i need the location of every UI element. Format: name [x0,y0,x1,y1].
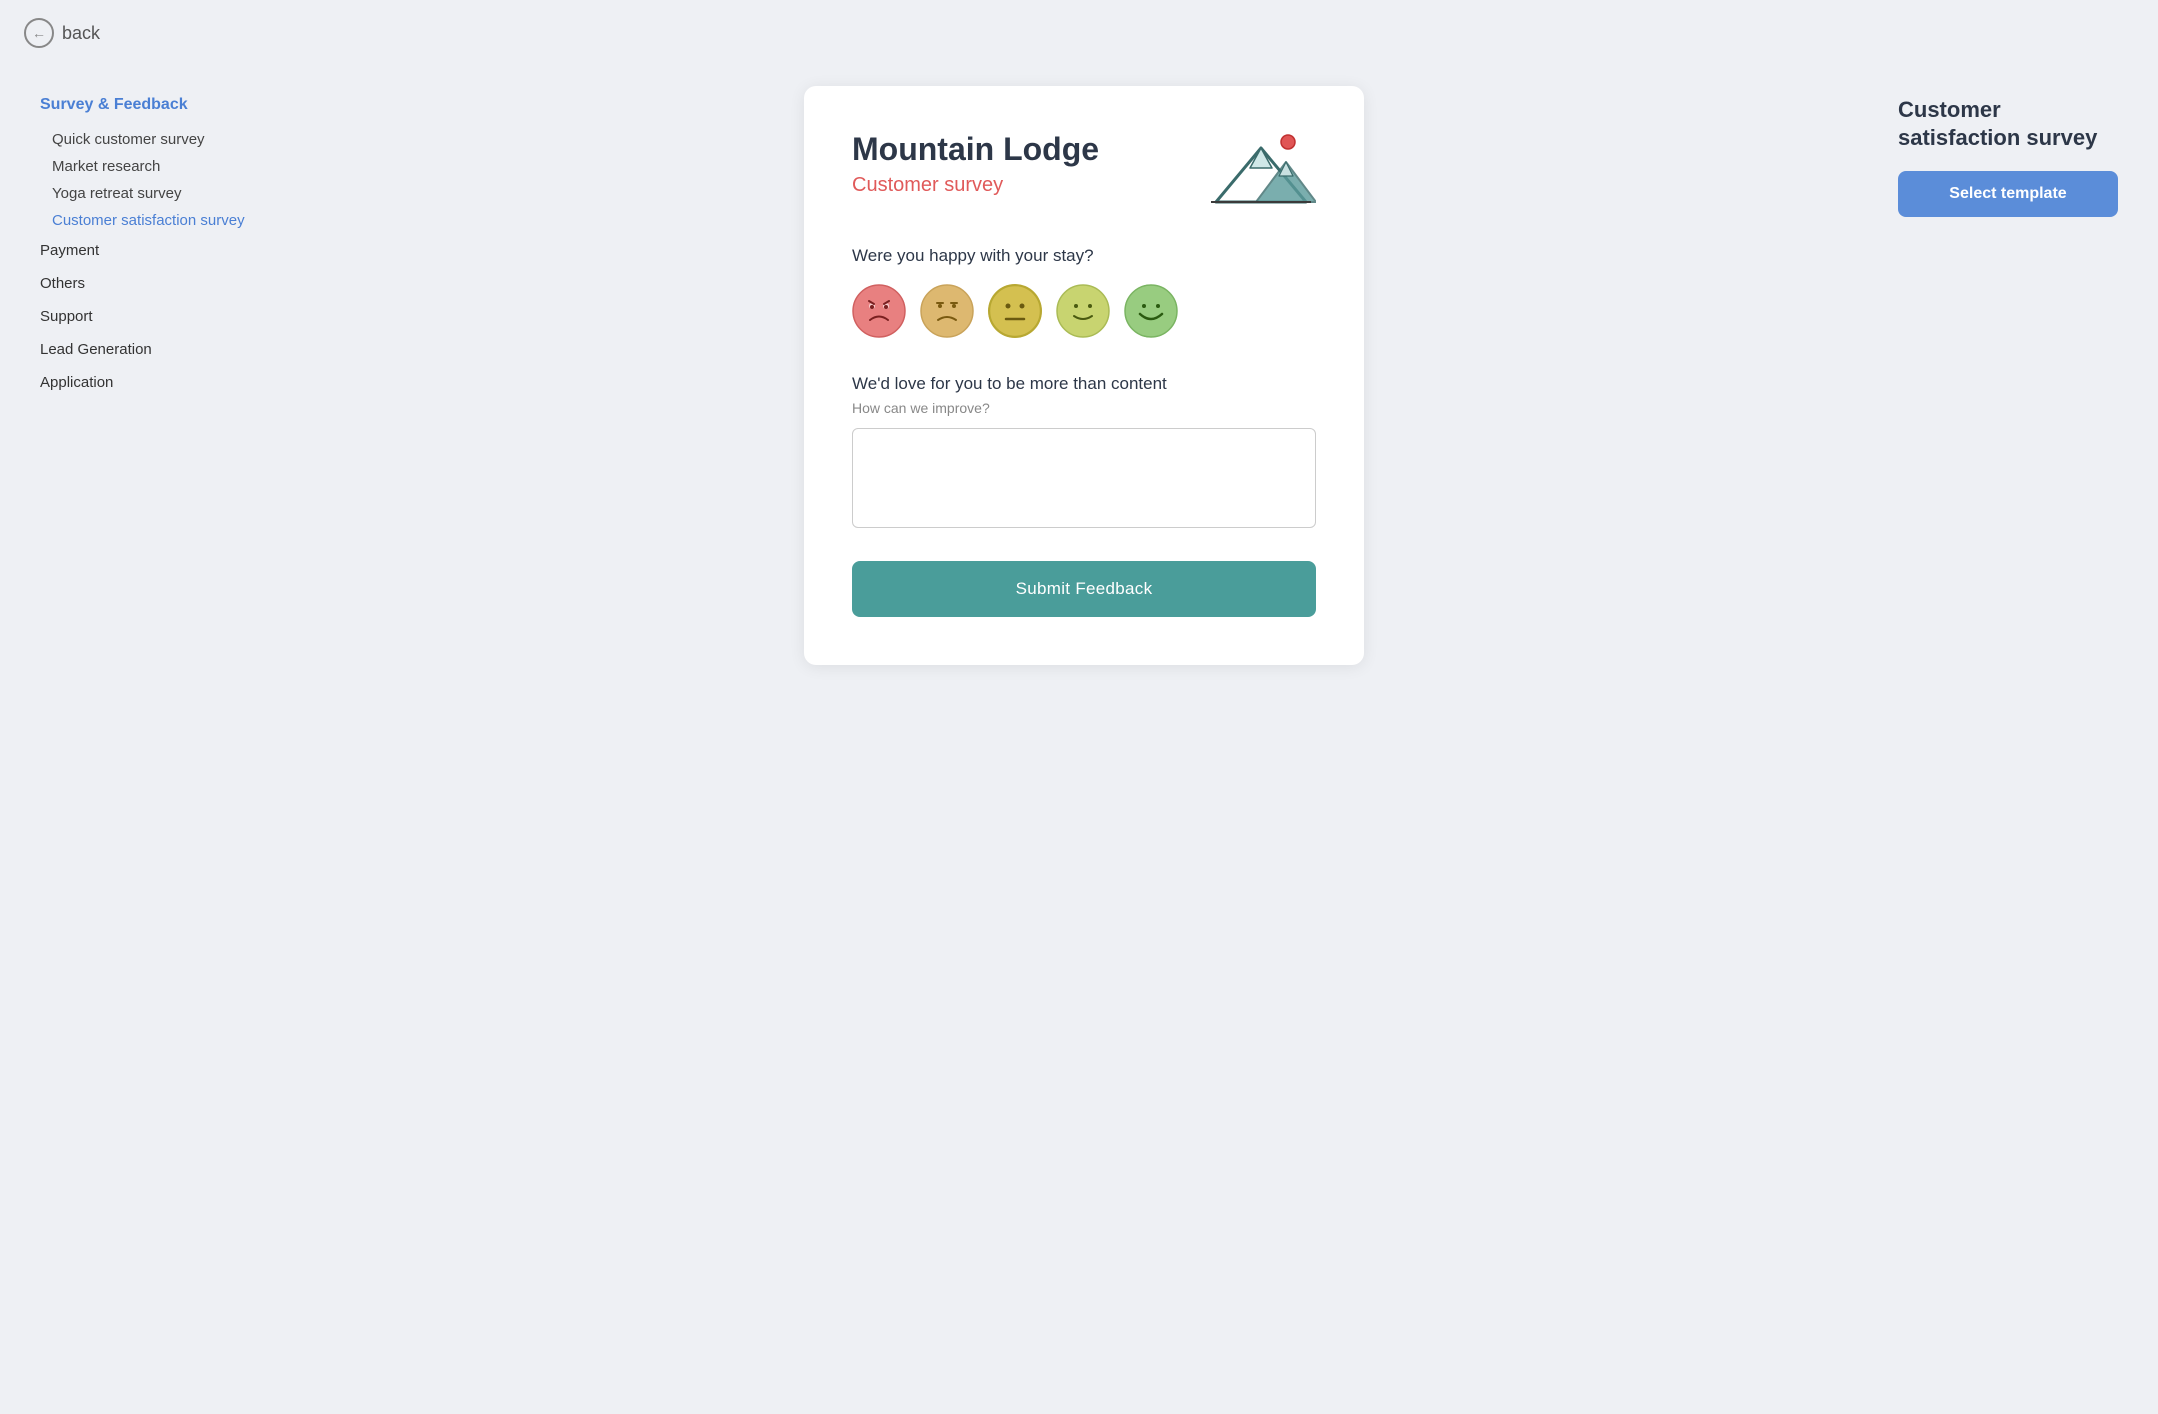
sidebar-item-payment[interactable]: Payment [40,234,270,267]
sidebar-item-application[interactable]: Application [40,366,270,399]
mountain-illustration [1206,130,1316,210]
right-panel: Customer satisfaction survey Select temp… [1898,86,2118,217]
emoji-happy[interactable] [1124,284,1178,338]
card-title: Mountain Lodge [852,130,1099,168]
emoji-unhappy[interactable] [920,284,974,338]
survey-card: Mountain Lodge Customer survey [804,86,1364,665]
card-subtitle: Customer survey [852,174,1099,197]
back-button[interactable]: ← back [0,0,2158,66]
improve-textarea[interactable] [852,428,1316,528]
sidebar: Survey & Feedback Quick customer survey … [40,86,270,399]
sidebar-item-lead-generation[interactable]: Lead Generation [40,333,270,366]
card-header: Mountain Lodge Customer survey [852,130,1316,210]
card-titles: Mountain Lodge Customer survey [852,130,1099,197]
select-template-button[interactable]: Select template [1898,171,2118,217]
sidebar-item-quick-customer-survey[interactable]: Quick customer survey [40,126,270,153]
sidebar-category-survey-feedback[interactable]: Survey & Feedback [40,96,270,114]
emoji-neutral[interactable] [988,284,1042,338]
sidebar-item-yoga-retreat-survey[interactable]: Yoga retreat survey [40,180,270,207]
happy-question: Were you happy with your stay? [852,246,1316,266]
emoji-row [852,284,1316,338]
improve-sublabel: How can we improve? [852,400,1316,416]
right-panel-title: Customer satisfaction survey [1898,96,2118,151]
emoji-very-unhappy[interactable] [852,284,906,338]
sidebar-item-support[interactable]: Support [40,300,270,333]
card-wrapper: Mountain Lodge Customer survey [270,86,1898,665]
sidebar-item-customer-satisfaction[interactable]: Customer satisfaction survey [40,207,270,234]
improve-label: We'd love for you to be more than conten… [852,374,1316,394]
back-arrow-icon: ← [24,18,54,48]
submit-button[interactable]: Submit Feedback [852,561,1316,617]
back-label: back [62,23,100,44]
emoji-slightly-happy[interactable] [1056,284,1110,338]
sidebar-item-others[interactable]: Others [40,267,270,300]
main-layout: Survey & Feedback Quick customer survey … [0,66,2158,705]
sidebar-item-market-research[interactable]: Market research [40,153,270,180]
